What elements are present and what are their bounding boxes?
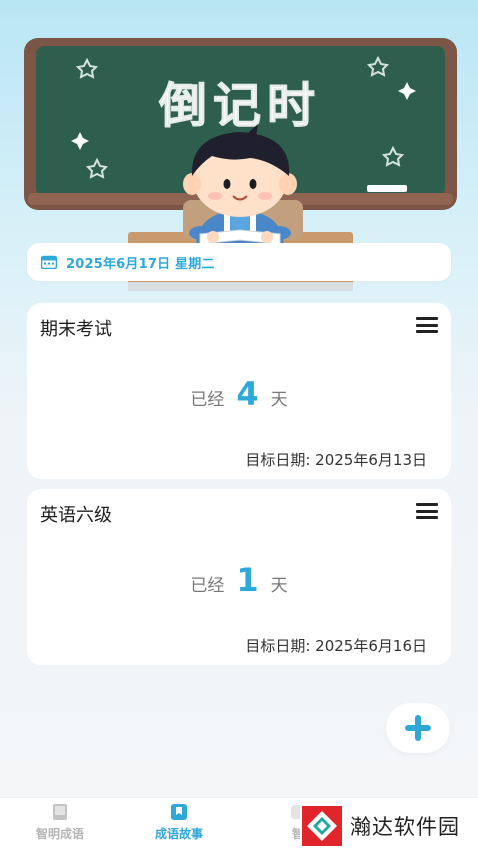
counter-prefix: 已经 — [190, 576, 225, 596]
watermark-text: 瀚达软件园 — [350, 814, 460, 839]
day-counter: 已经 4 天 — [27, 375, 451, 413]
countdown-card[interactable]: 英语六级 已经 1 天 目标日期: 2025年6月16日 — [27, 489, 451, 665]
watermark-overlay: 瀚达软件园 — [300, 803, 478, 848]
add-countdown-button[interactable] — [386, 703, 450, 753]
card-title: 期末考试 — [40, 319, 112, 340]
current-date: 2025年6月17日 星期二 — [66, 256, 215, 272]
tab-chengyu-gushi[interactable]: 成语故事 — [119, 798, 239, 850]
target-date: 目标日期: 2025年6月16日 — [245, 637, 427, 655]
board-title: 倒记时 — [158, 78, 321, 134]
watermark-logo — [302, 805, 342, 846]
days-count: 1 — [236, 561, 259, 599]
book-icon — [53, 804, 67, 820]
counter-suffix: 天 — [270, 576, 288, 596]
target-date: 目标日期: 2025年6月13日 — [245, 451, 427, 469]
calendar-icon — [41, 255, 57, 269]
plus-icon — [405, 715, 431, 741]
menu-icon[interactable] — [416, 317, 438, 333]
bookmark-icon — [171, 804, 187, 820]
counter-suffix: 天 — [270, 390, 288, 410]
tab-zhiming-chengyu[interactable]: 智明成语 — [0, 798, 120, 850]
day-counter: 已经 1 天 — [27, 561, 451, 599]
days-count: 4 — [236, 375, 259, 413]
tab-label: 成语故事 — [154, 827, 203, 841]
countdown-card[interactable]: 期末考试 已经 4 天 目标日期: 2025年6月13日 — [27, 303, 451, 479]
date-bar: 2025年6月17日 星期二 — [27, 243, 451, 281]
counter-prefix: 已经 — [190, 390, 225, 410]
menu-icon[interactable] — [416, 503, 438, 519]
tab-label: 智明成语 — [35, 827, 84, 841]
card-title: 英语六级 — [40, 505, 112, 526]
